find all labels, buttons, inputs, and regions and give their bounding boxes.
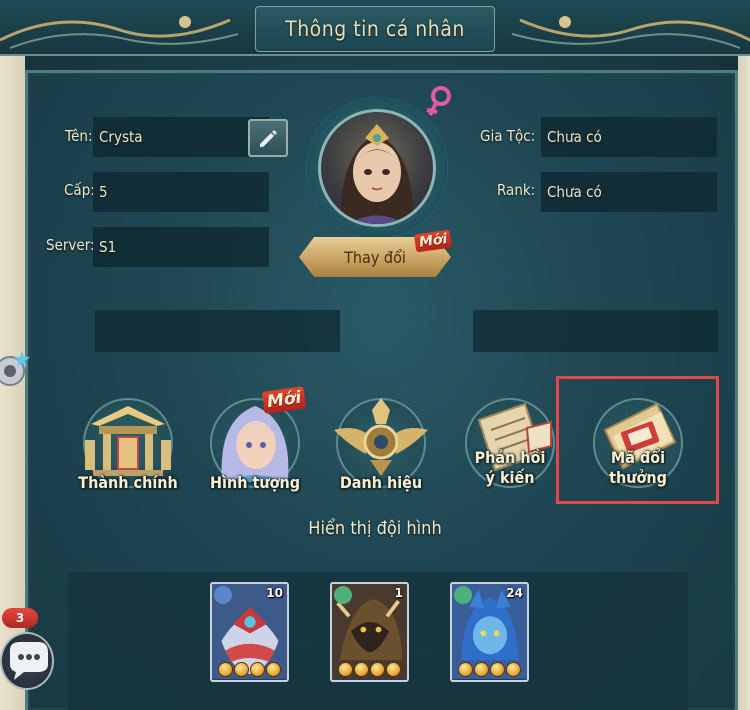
- lineup-title: Hiển thị đội hình: [308, 518, 442, 539]
- star-icon: [218, 662, 233, 677]
- star-icon: [370, 662, 385, 677]
- server-label: Server:: [46, 236, 95, 254]
- feature-label-line: ý kiến: [485, 468, 535, 487]
- star-icon: [266, 662, 281, 677]
- star-rating: [212, 662, 287, 677]
- hero-card[interactable]: 1: [330, 582, 409, 682]
- element-icon: [214, 586, 232, 604]
- rank-label: Rank:: [497, 181, 536, 199]
- guild-value: Chưa có: [547, 128, 602, 146]
- page-title: Thông tin cá nhân: [285, 17, 465, 41]
- name-label: Tên:: [65, 127, 93, 145]
- header-ornament-left: [0, 16, 239, 49]
- star-icon: [338, 662, 353, 677]
- change-avatar-label: Thay đổi: [344, 247, 406, 267]
- hero-level: 24: [506, 586, 523, 600]
- feature-titles[interactable]: Danh hiệu: [326, 390, 436, 510]
- notification-badge: 3: [2, 608, 38, 628]
- star-icon: [250, 662, 265, 677]
- feature-label: Thành chính: [78, 473, 178, 492]
- hero-level: 1: [394, 586, 403, 600]
- edit-name-button[interactable]: [248, 119, 288, 157]
- star-rating: [332, 662, 407, 677]
- gear-icon[interactable]: [0, 345, 34, 391]
- feature-label: Danh hiệu: [339, 473, 423, 492]
- star-icon: [490, 662, 505, 677]
- title-plate: Thông tin cá nhân: [255, 6, 495, 52]
- star-icon: [386, 662, 401, 677]
- hero-level: 10: [266, 586, 283, 600]
- header-bar: Thông tin cá nhân: [0, 0, 750, 56]
- right-frame-strip: [738, 56, 750, 710]
- server-field: S1: [93, 227, 269, 267]
- female-symbol-icon: [426, 86, 451, 116]
- chat-button[interactable]: [0, 632, 54, 690]
- feature-feedback[interactable]: Phản hồi ý kiến: [455, 390, 565, 510]
- element-icon: [334, 586, 352, 604]
- highlight-box: [556, 376, 719, 504]
- feature-main-city[interactable]: Thành chính: [73, 390, 183, 510]
- feature-label: Hình tượng: [209, 473, 301, 492]
- star-icon: [474, 662, 489, 677]
- star-rating: [452, 662, 527, 677]
- server-value: S1: [99, 238, 117, 256]
- star-icon: [354, 662, 369, 677]
- empty-slot-right: [473, 310, 718, 352]
- pencil-icon: [260, 130, 277, 147]
- guild-field: Chưa có: [541, 117, 717, 157]
- feature-label-line: Phản hồi: [474, 448, 546, 467]
- avatar-portrait-icon: [340, 124, 414, 224]
- avatar[interactable]: [318, 109, 436, 227]
- star-icon: [458, 662, 473, 677]
- rank-field: Chưa có: [541, 172, 717, 212]
- star-icon: [506, 662, 521, 677]
- guild-label: Gia Tộc:: [480, 127, 536, 145]
- rank-value: Chưa có: [547, 183, 602, 201]
- level-label: Cấp:: [64, 181, 95, 199]
- chat-bubble-icon: [10, 642, 48, 680]
- hero-card[interactable]: 24: [450, 582, 529, 682]
- header-ornament-right: [511, 16, 750, 49]
- level-field: 5: [93, 172, 269, 212]
- hero-card[interactable]: 10: [210, 582, 289, 682]
- name-value: Crysta: [99, 128, 143, 146]
- level-value: 5: [99, 183, 108, 201]
- name-field: Crysta: [93, 117, 269, 157]
- empty-slot-left: [95, 310, 340, 352]
- element-icon: [454, 586, 472, 604]
- star-icon: [234, 662, 249, 677]
